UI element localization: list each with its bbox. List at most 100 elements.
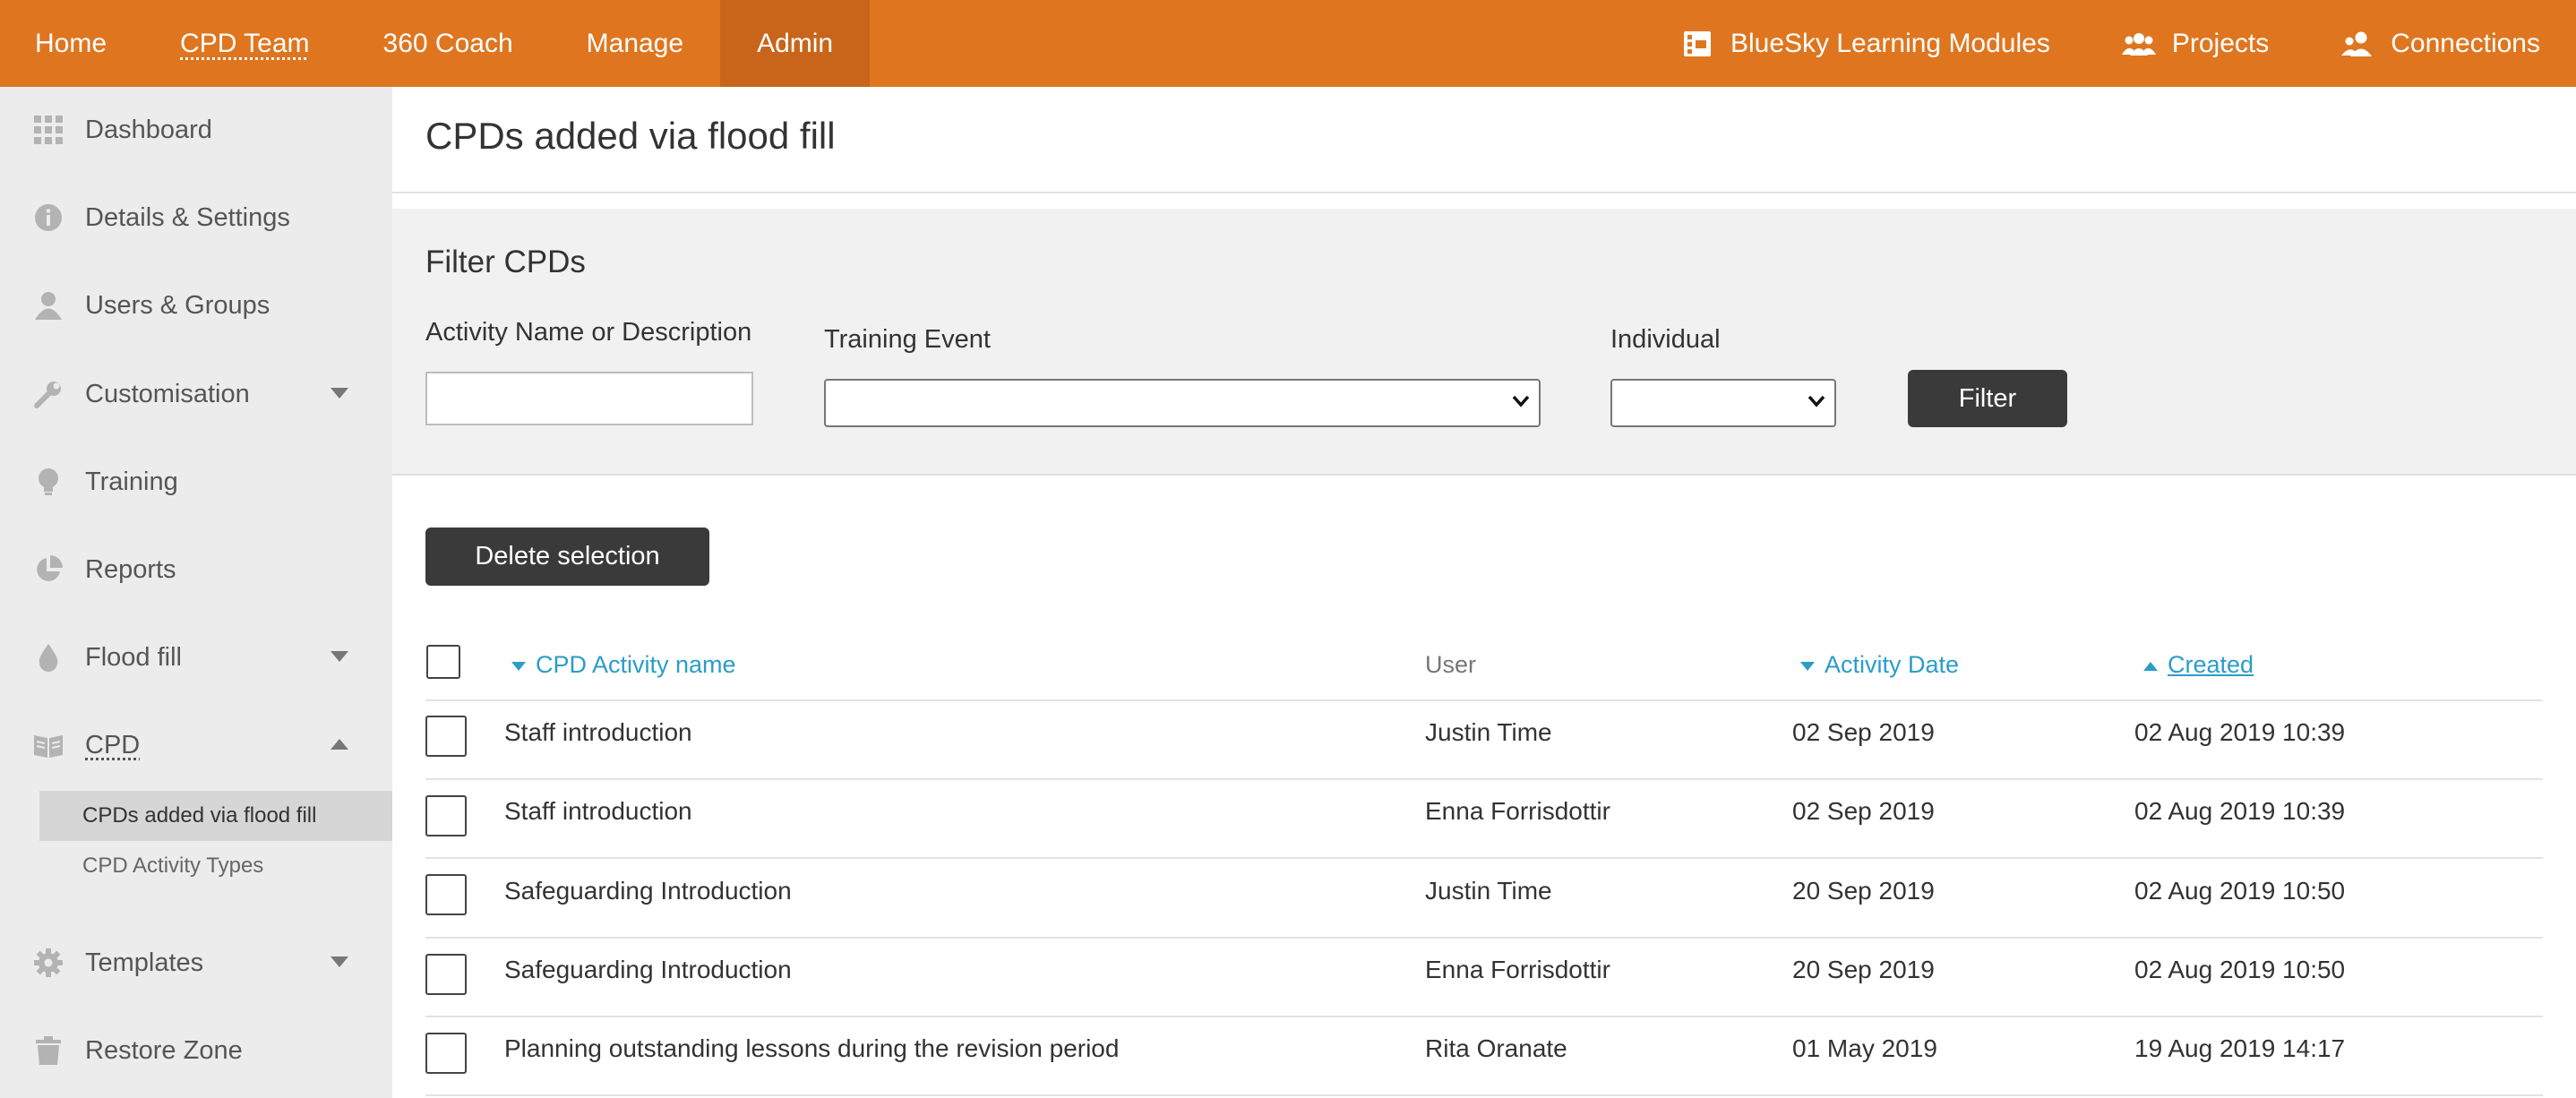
drop-icon [33,642,64,673]
activity-name-label: Activity Name or Description [425,318,752,347]
chevron-down-icon [1807,395,1825,407]
sidebar-item-templates[interactable]: Templates [0,936,392,990]
cell-created: 02 Aug 2019 10:50 [2134,877,2346,905]
sidebar-item-restore-zone[interactable]: Restore Zone [0,1024,392,1077]
cell-activity-name: Safeguarding Introduction [504,956,792,983]
column-header-activity-name-label: CPD Activity name [536,651,736,678]
sidebar-label-reports: Reports [85,554,176,584]
individual-select[interactable] [1610,379,1836,427]
cell-activity-date: 20 Sep 2019 [1792,877,1935,905]
connections-icon [2340,29,2374,59]
row-divider [425,778,2543,780]
info-icon [33,202,64,233]
sidebar-item-dashboard[interactable]: Dashboard [0,103,392,157]
sidebar-label-cpd: CPD [85,730,141,759]
sidebar: Dashboard Details & Settings Users & Gro… [0,87,392,1098]
cell-activity-date: 01 May 2019 [1792,1034,1937,1062]
top-navigation-bar: Home CPD Team 360 Coach Manage Admin Blu… [0,0,2576,87]
column-header-user: User [1425,651,1477,678]
individual-label: Individual [1610,325,1721,354]
chevron-down-icon [1512,395,1530,407]
wrench-icon [33,379,64,409]
film-icon [1680,29,1714,59]
nav-right-group: BlueSky Learning Modules Projects Connec… [1644,0,2576,87]
nav-bluesky-learning-modules[interactable]: BlueSky Learning Modules [1644,0,2086,87]
row-checkbox[interactable] [425,954,467,995]
nav-cpd-team[interactable]: CPD Team [143,0,347,87]
delete-selection-button[interactable]: Delete selection [425,528,709,586]
select-all-checkbox[interactable] [426,645,460,679]
cell-created: 02 Aug 2019 10:50 [2134,956,2346,983]
cell-activity-date: 02 Sep 2019 [1792,718,1935,746]
cell-user: Justin Time [1425,877,1552,905]
filter-panel: Filter CPDs Activity Name or Description… [392,209,2576,476]
user-icon [33,290,64,321]
row-checkbox[interactable] [425,716,467,757]
sidebar-item-customisation[interactable]: Customisation [0,367,392,421]
group-icon [2121,29,2156,59]
sidebar-item-reports[interactable]: Reports [0,543,392,596]
sidebar-label-restore-zone: Restore Zone [85,1035,243,1065]
cell-activity-name: Planning outstanding lessons during the … [504,1034,1120,1062]
sidebar-item-flood-fill[interactable]: Flood fill [0,630,392,684]
column-header-created-label: Created [2168,651,2254,678]
row-checkbox[interactable] [425,795,467,836]
nav-home[interactable]: Home [0,0,143,87]
filter-button[interactable]: Filter [1908,370,2067,427]
cell-user: Justin Time [1425,718,1552,746]
column-header-activity-date-label: Activity Date [1825,651,1960,678]
cell-user: Rita Oranate [1425,1034,1567,1062]
cell-created: 02 Aug 2019 10:39 [2134,797,2346,825]
nav-connections[interactable]: Connections [2305,0,2576,87]
cell-activity-date: 02 Sep 2019 [1792,797,1935,825]
book-icon [33,730,64,760]
caret-down-icon [331,388,348,399]
nav-connections-label: Connections [2391,28,2540,58]
sidebar-label-templates: Templates [85,948,204,977]
cell-activity-name: Staff introduction [504,718,692,746]
nav-admin[interactable]: Admin [720,0,871,87]
sidebar-sub-item-cpds-flood-fill[interactable]: CPDs added via flood fill [39,791,392,841]
sidebar-item-details-settings[interactable]: Details & Settings [0,191,392,244]
activity-name-input[interactable] [425,372,753,425]
sidebar-label-dashboard: Dashboard [85,115,212,144]
row-divider [425,1016,2543,1017]
gear-icon [33,948,64,978]
column-header-created[interactable]: Created [2142,651,2254,679]
sort-asc-icon [2143,661,2158,671]
nav-projects[interactable]: Projects [2086,0,2305,87]
row-checkbox[interactable] [425,1033,467,1074]
sort-desc-icon [511,661,526,671]
cell-activity-date: 20 Sep 2019 [1792,956,1935,983]
row-divider [425,937,2543,939]
cell-activity-name: Safeguarding Introduction [504,877,792,905]
row-checkbox[interactable] [425,874,467,915]
title-divider [392,192,2576,193]
cell-created: 02 Aug 2019 10:39 [2134,718,2346,746]
training-event-label: Training Event [824,325,991,354]
pie-chart-icon [33,554,64,585]
nav-360-coach[interactable]: 360 Coach [347,0,550,87]
nav-projects-label: Projects [2171,28,2270,58]
sidebar-item-training[interactable]: Training [0,455,392,509]
nav-manage[interactable]: Manage [550,0,720,87]
sidebar-item-users-groups[interactable]: Users & Groups [0,279,392,332]
row-divider [425,699,2543,701]
sidebar-label-details-settings: Details & Settings [85,202,290,232]
cell-user: Enna Forrisdottir [1425,797,1610,825]
column-header-activity-date[interactable]: Activity Date [1799,651,1959,679]
sidebar-label-flood-fill: Flood fill [85,642,182,672]
filter-title: Filter CPDs [425,244,586,279]
nav-cpd-team-label: CPD Team [180,28,310,58]
row-divider [425,857,2543,859]
sidebar-item-cpd[interactable]: CPD [0,718,392,772]
page-title: CPDs added via flood fill [425,115,836,157]
caret-down-icon [331,956,348,967]
sidebar-sub-item-cpd-activity-types[interactable]: CPD Activity Types [39,841,392,891]
sidebar-label-users-groups: Users & Groups [85,290,270,320]
column-header-activity-name[interactable]: CPD Activity name [511,651,736,679]
training-event-select[interactable] [824,379,1541,427]
sort-desc-icon [1800,661,1815,671]
cell-user: Enna Forrisdottir [1425,956,1610,983]
row-divider [425,1094,2543,1096]
